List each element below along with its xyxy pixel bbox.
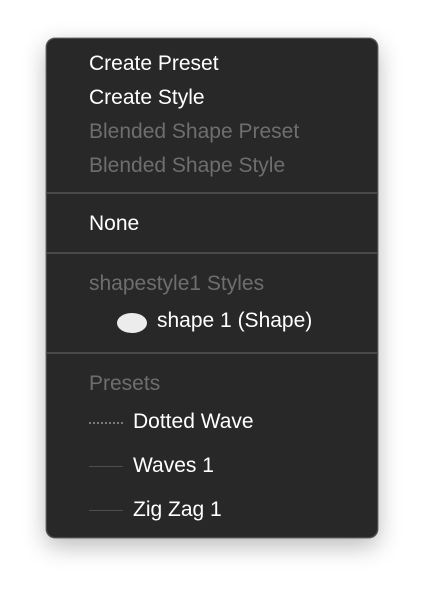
create-preset-item[interactable]: Create Preset	[89, 49, 219, 79]
context-menu: Create Preset Create Style Blended Shape…	[46, 38, 378, 538]
styles-section-header: shapestyle1 Styles	[89, 272, 265, 295]
preset-item-label: Zig Zag 1	[133, 498, 222, 521]
preset-item-label: Waves 1	[133, 454, 214, 477]
dotted-line-icon	[89, 422, 123, 424]
create-style-item[interactable]: Create Style	[89, 83, 205, 113]
style-item-label: shape 1 (Shape)	[157, 309, 313, 332]
none-item[interactable]: None	[89, 209, 139, 239]
preset-item-label: Dotted Wave	[133, 410, 254, 433]
menu-separator	[47, 192, 377, 194]
blended-shape-style-item: Blended Shape Style	[89, 154, 286, 177]
line-icon	[89, 510, 123, 511]
line-icon	[89, 466, 123, 467]
blended-shape-preset-item: Blended Shape Preset	[89, 120, 300, 143]
ellipse-icon	[117, 313, 147, 333]
presets-section-header: Presets	[89, 372, 161, 395]
menu-separator	[47, 252, 377, 254]
menu-separator	[47, 352, 377, 354]
